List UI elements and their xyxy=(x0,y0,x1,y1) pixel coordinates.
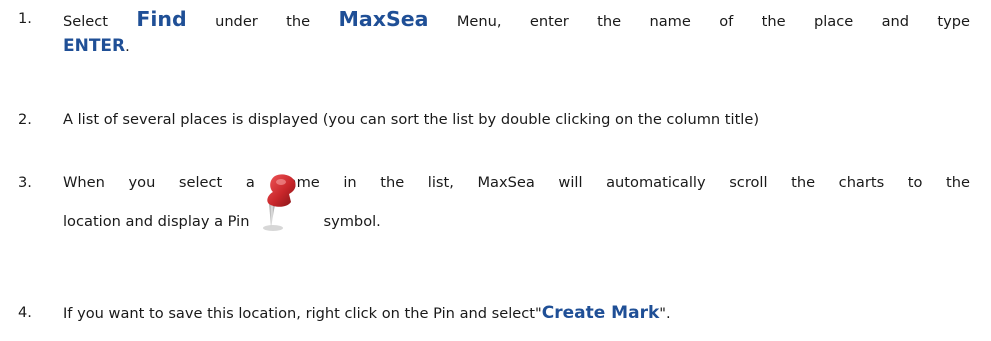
keyword-maxsea: MaxSea xyxy=(338,7,429,31)
list-item: 4. If you want to save this location, ri… xyxy=(18,302,970,325)
item-text: If you want to save this location, right… xyxy=(63,302,970,325)
item-number: 2. xyxy=(18,111,32,128)
text-segment: If you want to save this location, right… xyxy=(63,305,542,322)
list-item: 2. A list of several places is displayed… xyxy=(18,109,970,131)
item-text: Select Find under the MaxSea Menu, enter… xyxy=(63,8,970,58)
text-segment: Select xyxy=(63,13,137,30)
item-text: A list of several places is displayed (y… xyxy=(63,111,760,128)
text-segment: When you select a name in the list, MaxS… xyxy=(63,174,970,191)
item-number: 3. xyxy=(18,174,32,191)
item-text: When you select a name in the list, MaxS… xyxy=(63,172,970,234)
text-segment: . xyxy=(125,38,130,55)
list-item: 3. When you select a name in the list, M… xyxy=(18,172,970,234)
pin-icon xyxy=(251,174,323,234)
text-segment: location and display a Pin xyxy=(63,213,250,230)
item-number: 1. xyxy=(18,10,32,27)
text-segment: under the xyxy=(186,13,339,30)
text-segment: ". xyxy=(659,305,671,322)
keyword-enter: ENTER xyxy=(63,36,126,56)
keyword-find: Find xyxy=(136,7,187,31)
text-segment: Menu, enter the name of the place and ty… xyxy=(428,13,971,30)
keyword-create-mark: Create Mark xyxy=(541,303,660,323)
item-number: 4. xyxy=(18,304,32,321)
text-segment: symbol. xyxy=(323,213,381,230)
list-item: 1. Select Find under the MaxSea Menu, en… xyxy=(18,8,970,58)
